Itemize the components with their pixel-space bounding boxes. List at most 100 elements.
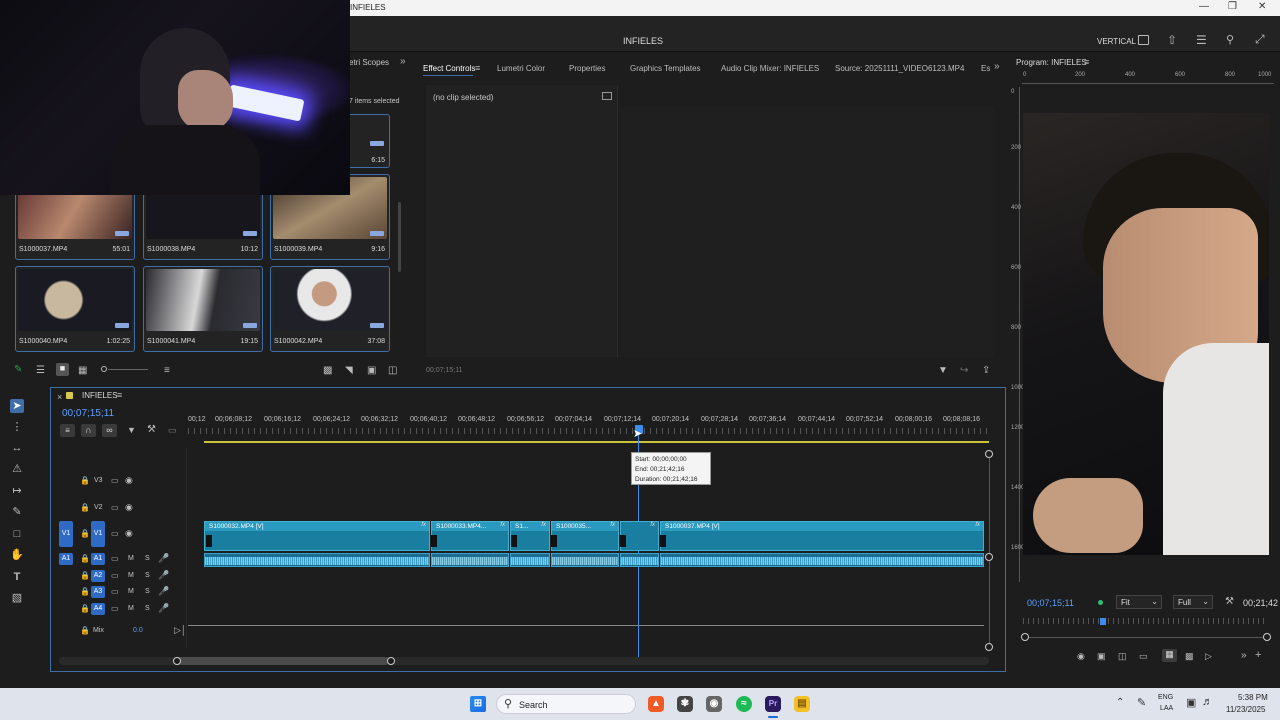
premiere-pro-icon[interactable]: Pr: [765, 696, 781, 712]
pencil-icon[interactable]: ✎: [14, 364, 22, 375]
vscroll-handle-middle[interactable]: [985, 553, 993, 561]
timeline-ruler[interactable]: 00;12 00;06;08;12 00;06;16;12 00;06;24;1…: [188, 413, 988, 443]
new-item-icon[interactable]: ▣: [367, 365, 376, 376]
type-tool-icon[interactable]: T: [10, 570, 24, 584]
mic-icon[interactable]: 🎤: [158, 553, 169, 564]
sync-lock-icon[interactable]: ▭: [111, 476, 119, 485]
spotify-icon[interactable]: ≈: [736, 696, 752, 712]
lock-icon[interactable]: 🔒: [80, 587, 90, 596]
solo-button[interactable]: S: [145, 572, 150, 579]
solo-button[interactable]: S: [145, 605, 150, 612]
sync-lock-icon[interactable]: ▭: [111, 554, 119, 563]
automate-sequence-icon[interactable]: ▩: [323, 365, 332, 376]
track-target-v1[interactable]: V1: [91, 521, 105, 547]
audio-clip[interactable]: [510, 553, 550, 567]
menu-icon[interactable]: ☰: [1196, 33, 1207, 47]
more-controls-icon[interactable]: »: [1241, 650, 1247, 661]
source-patch-a1[interactable]: A1: [59, 553, 73, 565]
bin-scrollbar[interactable]: [398, 202, 401, 272]
sync-lock-icon[interactable]: ▭: [111, 604, 119, 613]
tab-graphics-templates[interactable]: Graphics Templates: [630, 64, 701, 73]
close-icon[interactable]: ✕: [1258, 1, 1266, 12]
mute-button[interactable]: M: [128, 605, 134, 612]
razor-icon[interactable]: ⚠: [10, 462, 24, 476]
find-icon[interactable]: ◥: [345, 365, 353, 376]
chevron-up-icon[interactable]: ⌃: [1116, 697, 1124, 708]
sequence-tab[interactable]: INFIELES: [82, 391, 118, 400]
lock-icon[interactable]: 🔒: [80, 554, 90, 563]
tab-effect-controls[interactable]: Effect Controls: [423, 64, 475, 73]
network-icon[interactable]: ▣: [1186, 696, 1196, 709]
snap-icon[interactable]: ∩: [81, 424, 96, 437]
search-icon[interactable]: ⚲: [1226, 33, 1234, 46]
filter-icon[interactable]: ▼: [938, 365, 948, 376]
workspace-panel-icon[interactable]: [1138, 35, 1149, 45]
vscroll-track[interactable]: [989, 458, 990, 553]
settings-wrench-icon[interactable]: ⚒: [147, 424, 156, 435]
comparison-icon[interactable]: ▭: [1139, 651, 1148, 662]
timeline-timecode[interactable]: 00;07;15;11: [62, 408, 114, 419]
panel-menu-icon[interactable]: ≡: [1084, 57, 1089, 67]
list-view-icon[interactable]: ☰: [36, 365, 45, 376]
lock-icon[interactable]: 🔒: [80, 626, 90, 635]
skip-to-end-icon[interactable]: ▷│: [174, 625, 187, 636]
panel-menu-icon[interactable]: ≡: [117, 390, 122, 400]
tab-lumetri-scopes[interactable]: etri Scopes: [349, 58, 389, 67]
toggle-timeline-view-icon[interactable]: [602, 92, 612, 100]
zoom-handle-right[interactable]: [1263, 633, 1271, 641]
sync-lock-icon[interactable]: ▭: [111, 571, 119, 580]
track-target-a3[interactable]: A3: [91, 586, 105, 598]
hscroll-handle-right[interactable]: [387, 657, 395, 665]
fullscreen-icon[interactable]: ⤢: [1255, 32, 1265, 47]
sync-lock-icon[interactable]: ▭: [111, 587, 119, 596]
vscroll-track[interactable]: [989, 561, 990, 643]
mute-button[interactable]: M: [128, 588, 134, 595]
tab-audio-clip-mixer[interactable]: Audio Clip Mixer: INFIELES: [721, 64, 819, 73]
language-secondary[interactable]: LAA: [1160, 705, 1173, 712]
lock-icon[interactable]: 🔒: [80, 604, 90, 613]
audio-clip[interactable]: [204, 553, 430, 567]
audio-clip[interactable]: [551, 553, 619, 567]
selection-tool-icon[interactable]: ➤: [10, 399, 24, 413]
track-target-a1[interactable]: A1: [91, 553, 105, 565]
nest-toggle-icon[interactable]: ≡: [60, 424, 75, 437]
video-clip[interactable]: S1000032.MP4 [V] fx: [204, 521, 430, 551]
captions-icon[interactable]: ▭: [168, 425, 177, 436]
zoom-slider-handle[interactable]: [101, 366, 107, 372]
solo-button[interactable]: S: [145, 588, 150, 595]
quality-dropdown[interactable]: Full ⌄: [1173, 595, 1213, 609]
track-target-a4[interactable]: A4: [91, 603, 105, 615]
more-tabs-icon[interactable]: »: [400, 56, 406, 67]
eye-icon[interactable]: ◉: [125, 528, 133, 539]
hscroll-thumb[interactable]: [173, 657, 389, 665]
eye-icon[interactable]: ◉: [125, 502, 133, 513]
video-clip[interactable]: S1000033.MP4... fx: [431, 521, 509, 551]
eye-icon[interactable]: ◉: [125, 475, 133, 486]
safe-margins-icon[interactable]: ▣: [1097, 651, 1106, 662]
export-icon[interactable]: ⇪: [982, 365, 990, 376]
clock-date[interactable]: 11/23/2025: [1226, 705, 1265, 714]
hand-tool-icon[interactable]: ✋: [10, 548, 24, 562]
share-icon[interactable]: ⇧: [1167, 33, 1177, 47]
lock-icon[interactable]: 🔒: [80, 476, 90, 485]
multi-camera-icon[interactable]: ◫: [1118, 651, 1127, 662]
sync-lock-icon[interactable]: ▭: [111, 503, 119, 512]
pen-icon[interactable]: ✎: [1137, 696, 1146, 709]
vscroll-handle-bottom[interactable]: [985, 643, 993, 651]
zoom-slider-track[interactable]: [108, 369, 148, 370]
tab-lumetri-color[interactable]: Lumetri Color: [497, 64, 545, 73]
trash-icon[interactable]: ◫: [388, 365, 397, 376]
lock-icon[interactable]: 🔒: [80, 529, 90, 538]
export-frame-icon[interactable]: ▩: [1185, 651, 1194, 662]
minimize-icon[interactable]: —: [1199, 1, 1209, 12]
brave-browser-icon[interactable]: ▲: [648, 696, 664, 712]
volume-icon[interactable]: ♬: [1202, 696, 1213, 708]
chatgpt-icon[interactable]: ✾: [677, 696, 693, 712]
tab-essential-sound[interactable]: Es: [981, 64, 990, 73]
windows-start-icon[interactable]: ⊞: [470, 696, 486, 712]
solo-button[interactable]: S: [145, 555, 150, 562]
lock-icon[interactable]: 🔒: [80, 503, 90, 512]
program-time-ruler[interactable]: [1023, 618, 1268, 624]
mute-button[interactable]: M: [128, 572, 134, 579]
play-audio-icon[interactable]: ↪: [960, 365, 968, 376]
